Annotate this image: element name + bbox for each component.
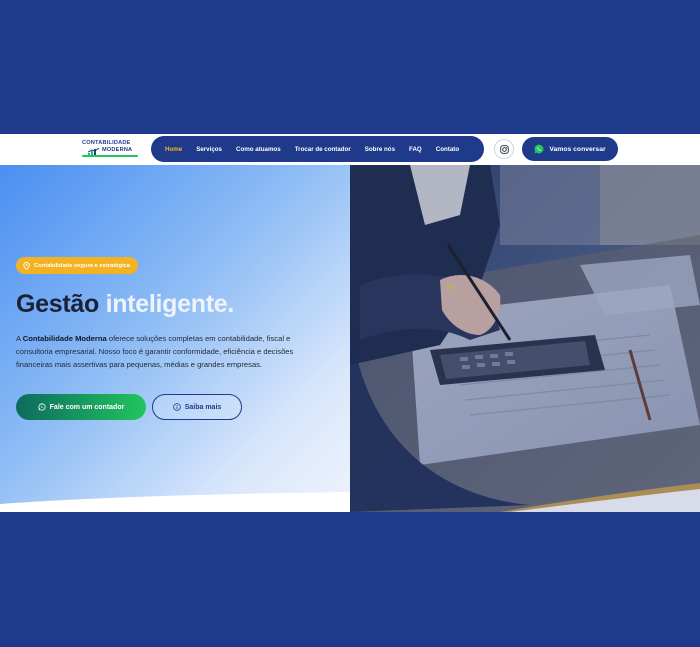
desc-prefix: A [16, 334, 23, 343]
whatsapp-icon [38, 403, 46, 411]
hero-description: A Contabilidade Moderna oferece soluções… [16, 333, 306, 371]
hero-image [350, 165, 700, 512]
headline-dark: Gestão [16, 290, 99, 318]
location-pin-icon [23, 261, 30, 270]
nav-item-como-atuamos[interactable]: Como atuamos [236, 146, 281, 153]
learn-more-button[interactable]: Saiba mais [152, 394, 242, 420]
nav-item-sobre-nos[interactable]: Sobre nós [365, 146, 395, 153]
hero-headline: Gestão inteligente. [16, 290, 234, 319]
desc-company-name: Contabilidade Moderna [22, 334, 107, 343]
instagram-button[interactable] [494, 139, 514, 159]
instagram-icon [499, 144, 509, 154]
hero-section: Contabilidade segura e estratégica Gestã… [0, 165, 350, 512]
website-frame: CONTABILIDADE MODERNA Home Serviços Como… [0, 134, 700, 512]
talk-button[interactable]: Vamos conversar [522, 137, 618, 161]
nav-item-trocar-de-contador[interactable]: Trocar de contador [295, 146, 351, 153]
info-icon [172, 403, 181, 411]
accountant-photo [350, 165, 700, 512]
logo-line1: CONTABILIDADE [82, 140, 131, 146]
contact-accountant-label: Fale com um contador [49, 403, 125, 411]
nav-item-contato[interactable]: Contato [436, 146, 459, 153]
contact-accountant-button[interactable]: Fale com um contador [16, 394, 146, 420]
nav-item-faq[interactable]: FAQ [409, 146, 422, 153]
hero-bottom-wave [0, 492, 350, 512]
logo-line2: MODERNA [102, 147, 133, 153]
nav-item-servicos[interactable]: Serviços [196, 146, 222, 153]
whatsapp-icon [534, 144, 544, 154]
nav-item-home[interactable]: Home [165, 146, 182, 153]
hero-badge: Contabilidade segura e estratégica [16, 257, 139, 274]
headline-light: inteligente. [105, 290, 235, 318]
talk-button-label: Vamos conversar [549, 145, 606, 153]
logo-underline [82, 155, 138, 157]
logo[interactable]: CONTABILIDADE MODERNA [82, 140, 140, 160]
hero-badge-label: Contabilidade segura e estratégica [34, 262, 131, 269]
learn-more-label: Saiba mais [184, 403, 222, 411]
main-nav: Home Serviços Como atuamos Trocar de con… [151, 136, 484, 162]
site-header: CONTABILIDADE MODERNA Home Serviços Como… [0, 134, 700, 165]
